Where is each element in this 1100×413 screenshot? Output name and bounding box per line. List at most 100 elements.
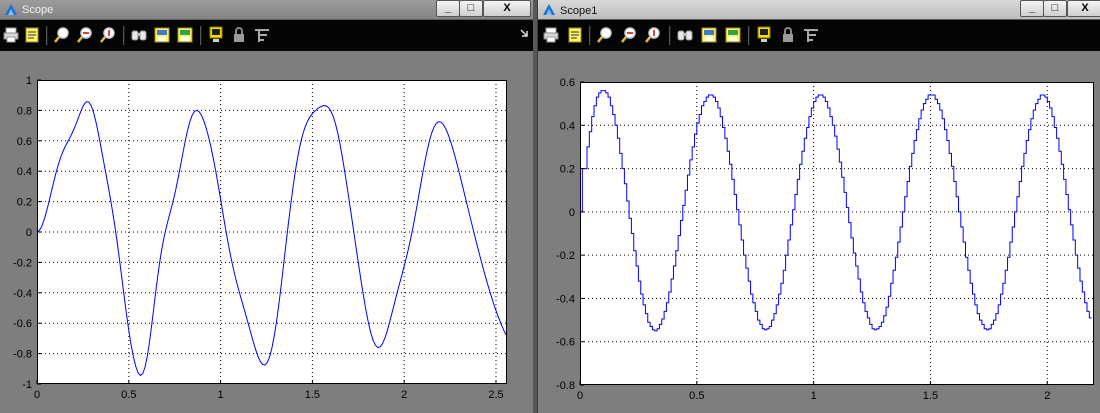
signal-selection-button[interactable] [254, 26, 270, 44]
parameters-icon [25, 27, 39, 43]
parameters-icon [568, 27, 582, 43]
y-tick-label: -0.8 [13, 349, 32, 361]
scope-plot[interactable]: 0 0.5 1 1.5 2 2.5 -1 -0.8 -0.6 -0.4 -0.2 0 0.2 0.4 0.6… [0, 51, 533, 413]
maximize-icon: □ [1051, 2, 1059, 14]
plot-background [580, 82, 1094, 385]
lock-icon [234, 27, 244, 42]
zoom-y-button[interactable] [100, 26, 116, 44]
y-tick-label: 0 [569, 207, 575, 219]
y-tick-label: -0.6 [556, 337, 575, 349]
signal-selection-button[interactable] [803, 26, 819, 44]
signal-selection-icon [804, 29, 818, 42]
lock-button[interactable] [231, 26, 247, 44]
x-tick-label: 2 [1044, 390, 1050, 402]
zoom-x-button[interactable] [621, 26, 637, 44]
y-tick-label: 0.6 [17, 136, 32, 148]
y-tick-label: 0.4 [17, 166, 32, 178]
print-button[interactable] [543, 26, 559, 44]
restore-axes-button[interactable] [177, 26, 193, 44]
y-tick-label: -1 [22, 379, 32, 391]
autoscale-button[interactable] [677, 26, 693, 44]
zoom-button[interactable] [597, 26, 613, 44]
toolbar-separator [589, 26, 591, 45]
minimize-button[interactable]: _ [436, 0, 460, 17]
restore-axes-icon [177, 27, 193, 43]
x-tick-label: 0.5 [121, 389, 136, 401]
toolbar-separator [669, 26, 671, 45]
dock-arrow-icon[interactable] [520, 29, 529, 39]
zoom-x-button[interactable] [77, 26, 93, 44]
lock-button[interactable] [780, 26, 796, 44]
toolbar-separator [748, 26, 750, 45]
toolbar-separator [123, 26, 125, 45]
restore-axes-icon [725, 27, 741, 43]
save-axes-icon [154, 27, 170, 43]
restore-axes-button[interactable] [725, 26, 741, 44]
scope-plot-area: 0 0.5 1 1.5 2 2.5 -1 -0.8 -0.6 -0.4 -0.2 0 0.2 0.4 0.6… [0, 51, 533, 413]
close-icon: X [1081, 2, 1089, 14]
x-tick-label: 2.5 [488, 389, 503, 401]
floating-scope-button[interactable] [756, 26, 772, 44]
x-tick-label: 1.5 [923, 390, 938, 402]
simulink-app-icon [5, 4, 17, 15]
y-tick-label: 0.2 [560, 164, 575, 176]
save-axes-button[interactable] [154, 26, 170, 44]
floating-scope-button[interactable] [208, 26, 224, 44]
window-title: Scope1 [560, 5, 598, 17]
zoom-y-icon [100, 27, 115, 43]
close-button[interactable]: X [483, 0, 531, 17]
close-button[interactable]: X [1067, 0, 1100, 17]
zoom-x-icon [77, 27, 92, 43]
autoscale-button[interactable] [131, 26, 147, 44]
title-bar[interactable]: Scope _ □ X [0, 0, 533, 20]
y-tick-label: 0 [26, 227, 32, 239]
scope1-plot[interactable]: 0 0.5 1 1.5 2 -0.8 -0.6 -0.4 -0.2 0 0.2 0.4 0.6 [538, 51, 1100, 413]
parameters-button[interactable] [24, 26, 40, 44]
maximize-button[interactable]: □ [459, 0, 483, 17]
maximize-icon: □ [467, 2, 475, 14]
parameters-button[interactable] [567, 26, 583, 44]
print-icon [3, 27, 19, 43]
toolbar-separator [200, 26, 202, 45]
print-button[interactable] [3, 26, 19, 44]
minimize-icon: _ [444, 2, 452, 14]
zoom-button[interactable] [54, 26, 70, 44]
lock-icon [783, 27, 793, 42]
minimize-button[interactable]: _ [1020, 0, 1044, 17]
y-tick-label: 0.2 [17, 197, 32, 209]
x-tick-label: 0 [34, 389, 40, 401]
y-tick-label: 0.4 [560, 120, 575, 132]
scope-window: Scope _ □ X 0 0.5 1 1.5 2 2.5 -1 -0.8 -0.6 -0.4 -0… [0, 0, 533, 413]
zoom-y-icon [645, 27, 660, 43]
save-axes-icon [701, 27, 717, 43]
window-title: Scope [22, 4, 54, 16]
maximize-button[interactable]: □ [1043, 0, 1067, 17]
save-axes-button[interactable] [701, 26, 717, 44]
zoom-y-button[interactable] [645, 26, 661, 44]
toolbar-separator [46, 26, 48, 45]
y-tick-label: -0.2 [13, 257, 32, 269]
plot-background [37, 80, 507, 384]
autoscale-icon [677, 30, 693, 41]
signal-selection-icon [255, 29, 269, 42]
zoom-icon [54, 27, 69, 43]
floating-scope-icon [757, 26, 771, 42]
autoscale-icon [131, 30, 147, 41]
x-tick-label: 0 [577, 390, 583, 402]
zoom-x-icon [621, 27, 636, 43]
title-bar[interactable]: Scope1 _ □ X [538, 0, 1100, 20]
y-tick-label: 0.8 [17, 105, 32, 117]
y-tick-label: -0.8 [556, 380, 575, 392]
y-tick-label: -0.2 [556, 250, 575, 262]
y-tick-label: -0.4 [556, 293, 575, 305]
print-icon [543, 27, 559, 43]
scope1-plot-area: 0 0.5 1 1.5 2 -0.8 -0.6 -0.4 -0.2 0 0.2 0.4 0.6 [538, 51, 1100, 413]
close-icon: X [503, 2, 511, 14]
floating-scope-icon [209, 26, 223, 42]
minimize-icon: _ [1028, 2, 1036, 14]
x-tick-label: 2 [401, 389, 407, 401]
x-tick-label: 0.5 [689, 390, 704, 402]
simulink-app-icon [543, 4, 555, 15]
zoom-icon [597, 27, 612, 43]
y-tick-label: 1 [26, 75, 32, 87]
